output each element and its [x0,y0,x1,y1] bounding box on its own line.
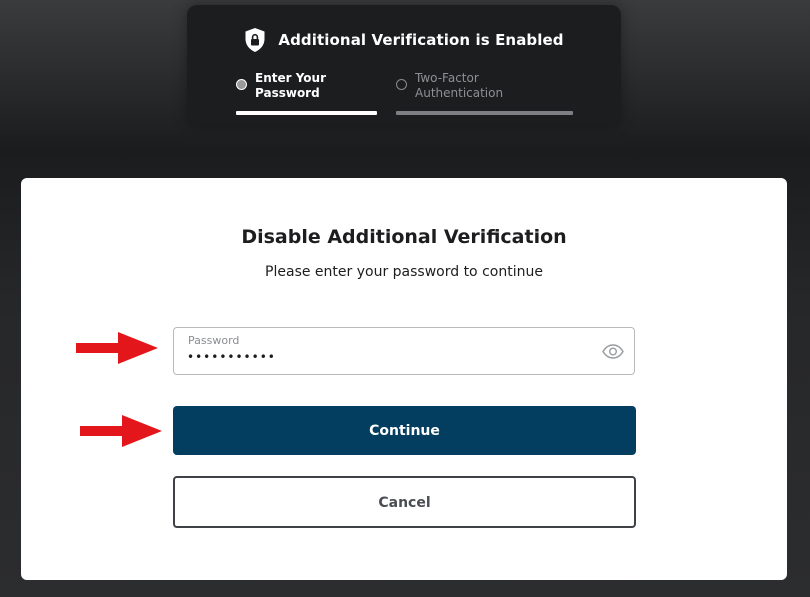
password-input[interactable] [187,348,587,366]
disable-verification-dialog: Disable Additional Verification Please e… [21,178,787,580]
shield-lock-icon [245,28,265,52]
step-progress-bar-inactive [396,111,573,115]
continue-button[interactable]: Continue [173,406,636,455]
dialog-subtitle: Please enter your password to continue [265,264,543,280]
step-progress-bar-active [236,111,377,115]
dialog-title: Disable Additional Verification [241,226,567,248]
step-inactive-indicator [396,79,407,90]
step-label: Two-Factor Authentication [415,71,504,100]
cancel-button[interactable]: Cancel [173,476,636,528]
password-field[interactable]: Password [173,327,635,375]
step-enter-password: Enter Your Password [236,71,377,101]
password-field-label: Password [188,334,240,347]
verification-status-panel: Additional Verification is Enabled Enter… [187,5,621,125]
red-arrow-icon [80,415,162,447]
eye-icon[interactable] [602,344,624,359]
status-title-row: Additional Verification is Enabled [187,27,621,53]
step-two-factor: Two-Factor Authentication [396,71,573,101]
red-arrow-icon [76,332,158,364]
step-active-indicator [236,79,247,90]
step-label: Enter Your Password [255,71,327,100]
status-title: Additional Verification is Enabled [278,31,564,49]
